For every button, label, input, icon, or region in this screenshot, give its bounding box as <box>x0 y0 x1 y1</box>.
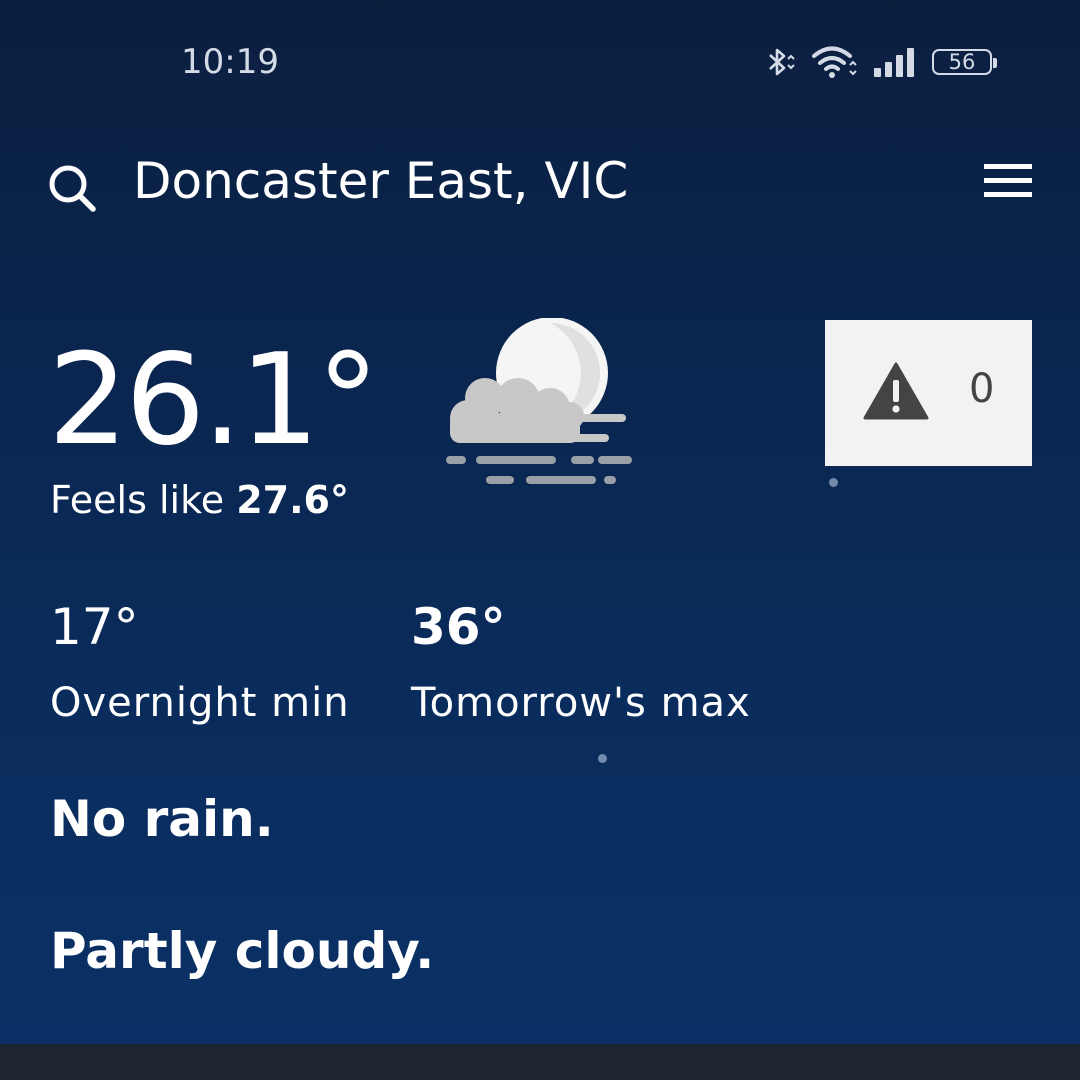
battery-level: 56 <box>948 50 976 74</box>
tomorrow-max-value: 36° <box>411 598 506 656</box>
menu-icon <box>984 164 1032 197</box>
current-temperature: 26.1° <box>48 326 380 473</box>
warning-count: 0 <box>969 366 995 412</box>
background-speck <box>598 754 607 763</box>
battery-icon: 56 <box>932 49 997 75</box>
overnight-min-value: 17° <box>50 598 139 656</box>
tomorrow-max-label: Tomorrow's max <box>411 680 751 726</box>
wifi-icon <box>812 46 857 78</box>
warning-icon <box>863 362 929 420</box>
feels-like-label: Feels like <box>50 478 225 522</box>
moon-cloud-fog-icon <box>446 318 632 484</box>
feels-like-value: 27.6° <box>236 478 349 522</box>
bluetooth-icon <box>769 48 795 76</box>
location-title[interactable]: Doncaster East, VIC <box>133 152 628 210</box>
rain-summary: No rain. <box>50 790 274 848</box>
search-button[interactable] <box>44 160 100 216</box>
status-time: 10:19 <box>181 42 279 82</box>
signal-icon <box>874 48 914 77</box>
feels-like: Feels like 27.6° <box>50 478 349 522</box>
background-speck <box>829 478 838 487</box>
forecast-summary: Partly cloudy. <box>50 922 435 980</box>
status-icons: 56 <box>760 44 997 80</box>
warnings-button[interactable]: 0 <box>825 320 1032 466</box>
bottom-bar <box>0 1044 1080 1080</box>
search-icon <box>49 165 96 212</box>
menu-button[interactable] <box>980 160 1036 204</box>
overnight-min-label: Overnight min <box>50 680 350 726</box>
